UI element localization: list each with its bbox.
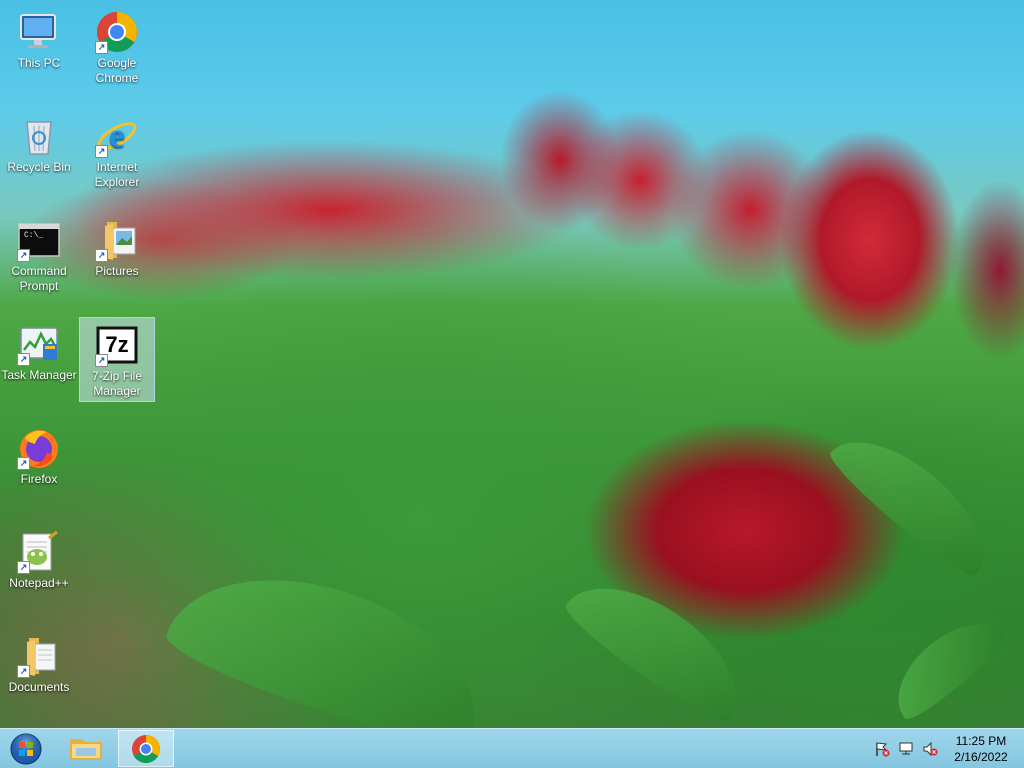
notepadpp-icon: ↗ xyxy=(17,530,61,574)
shortcut-arrow-icon: ↗ xyxy=(95,41,108,54)
desktop-icon-7zip[interactable]: 7z ↗ 7-Zip File Manager xyxy=(79,317,155,402)
taskbar-clock[interactable]: 11:25 PM 2/16/2022 xyxy=(946,733,1016,765)
7zip-icon: 7z ↗ xyxy=(95,323,139,367)
desktop-icon-label: Firefox xyxy=(20,472,58,486)
desktop-icon-pictures[interactable]: ↗ Pictures xyxy=(79,216,155,292)
volume-muted-icon[interactable] xyxy=(922,741,938,757)
desktop-icon-firefox[interactable]: ↗ Firefox xyxy=(1,424,77,500)
action-center-flag-icon[interactable] xyxy=(874,741,890,757)
wallpaper-leaf xyxy=(879,604,1011,726)
shortcut-arrow-icon: ↗ xyxy=(17,561,30,574)
network-icon[interactable] xyxy=(898,741,914,757)
svg-text:e: e xyxy=(109,118,124,155)
desktop-icon-label: Internet Explorer xyxy=(94,160,140,189)
windows-start-icon xyxy=(10,733,42,765)
wallpaper-leaf xyxy=(558,558,762,732)
desktop-icon-this-pc[interactable]: This PC xyxy=(1,8,77,84)
firefox-icon: ↗ xyxy=(17,426,61,470)
file-explorer-icon xyxy=(70,739,102,760)
desktop-background: This PC ↗ Google Chrome Recycle Bin e ↗ … xyxy=(0,0,1024,768)
shortcut-arrow-icon: ↗ xyxy=(17,457,30,470)
wallpaper-leaf xyxy=(822,415,1008,585)
desktop-icon-label: 7-Zip File Manager xyxy=(91,369,142,398)
documents-folder-icon: ↗ xyxy=(17,634,61,678)
taskbar-file-explorer-button[interactable] xyxy=(58,730,114,767)
clock-date: 2/16/2022 xyxy=(954,750,1008,764)
desktop-icon-label: Google Chrome xyxy=(95,56,139,85)
shortcut-arrow-icon: ↗ xyxy=(95,249,108,262)
clock-time: 11:25 PM xyxy=(955,734,1007,748)
desktop-icon-label: This PC xyxy=(17,56,61,70)
desktop-icon-task-manager[interactable]: ↗ Task Manager xyxy=(1,320,77,396)
desktop-icon-notepadpp[interactable]: ↗ Notepad++ xyxy=(1,528,77,604)
shortcut-arrow-icon: ↗ xyxy=(17,249,30,262)
desktop-icon-command-prompt[interactable]: C:\_ ↗ Command Prompt xyxy=(1,216,77,302)
taskbar: 11:25 PM 2/16/2022 xyxy=(0,728,1024,768)
internet-explorer-icon: e ↗ xyxy=(95,114,139,158)
google-chrome-icon: ↗ xyxy=(95,10,139,54)
shortcut-arrow-icon: ↗ xyxy=(95,145,108,158)
start-button[interactable] xyxy=(8,733,44,765)
wallpaper-leaf xyxy=(159,543,501,757)
desktop-icon-label: Documents xyxy=(8,680,70,694)
google-chrome-icon xyxy=(132,735,160,763)
pictures-folder-icon: ↗ xyxy=(95,218,139,262)
desktop-icon-label: Recycle Bin xyxy=(7,160,71,174)
shortcut-arrow-icon: ↗ xyxy=(17,353,30,366)
desktop-icon-label: Command Prompt xyxy=(11,264,67,293)
shortcut-arrow-icon: ↗ xyxy=(95,354,108,367)
cmd-glyph-text: C:\_ xyxy=(24,231,44,240)
shortcut-arrow-icon: ↗ xyxy=(17,665,30,678)
desktop-icon-documents[interactable]: ↗ Documents xyxy=(1,632,77,708)
desktop-icon-label: Task Manager xyxy=(1,368,77,382)
desktop-icon-label: Pictures xyxy=(95,264,139,278)
desktop-icon-label: Notepad++ xyxy=(9,576,69,590)
desktop-icon-internet-explorer[interactable]: e ↗ Internet Explorer xyxy=(79,112,155,198)
desktop-icon-recycle-bin[interactable]: Recycle Bin xyxy=(1,112,77,188)
command-prompt-icon: C:\_ ↗ xyxy=(17,218,61,262)
this-pc-icon xyxy=(17,10,61,54)
taskbar-chrome-button[interactable] xyxy=(118,730,174,767)
recycle-bin-icon xyxy=(17,114,61,158)
desktop-icon-google-chrome[interactable]: ↗ Google Chrome xyxy=(79,8,155,94)
task-manager-icon: ↗ xyxy=(17,322,61,366)
